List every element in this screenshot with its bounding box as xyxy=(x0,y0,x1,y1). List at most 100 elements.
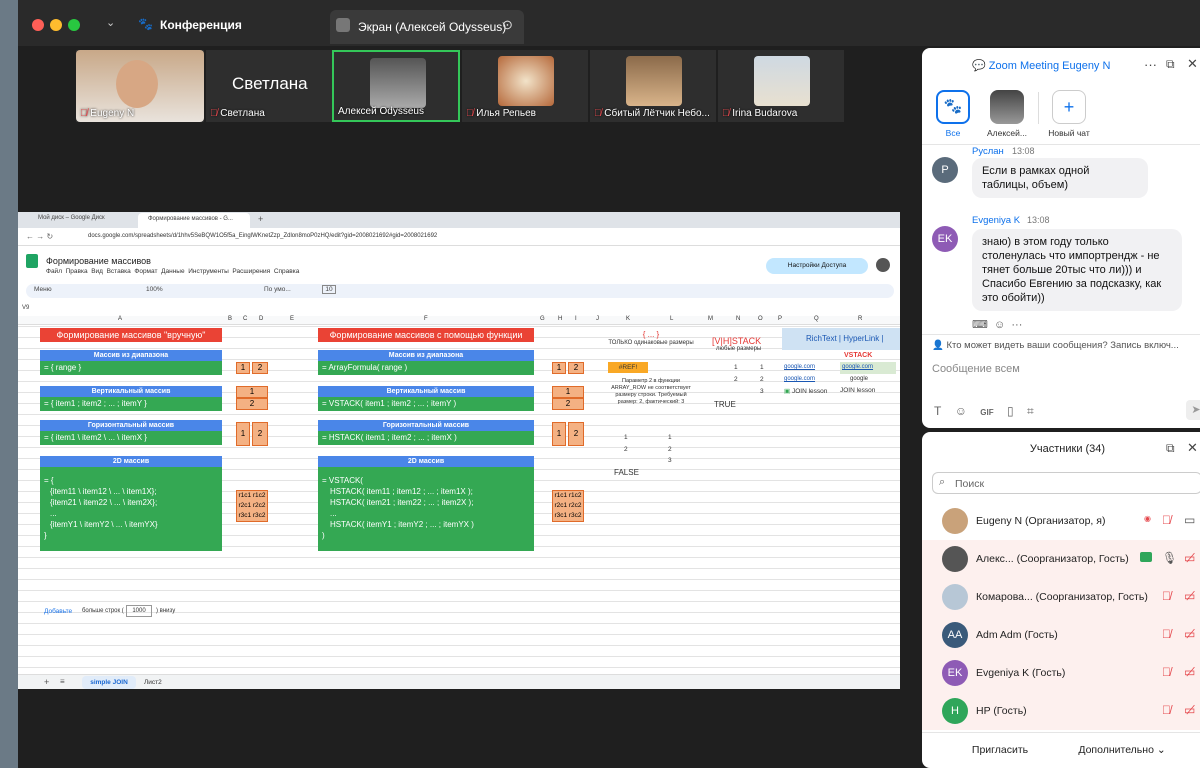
font-select[interactable]: По умо... xyxy=(264,286,291,293)
popout-icon[interactable]: ⧉ xyxy=(1166,57,1175,72)
add-rows-button[interactable]: Добавьте xyxy=(44,608,72,615)
share-tab-label: Экран (Алексей Odysseus) xyxy=(358,20,507,34)
chevron-down-icon[interactable]: ⌄ xyxy=(106,16,115,29)
gif-icon[interactable]: GIF xyxy=(980,408,993,417)
sheet-tab-simple-join[interactable]: simple JOIN xyxy=(82,676,136,689)
avatar: EK xyxy=(942,660,968,686)
message-author[interactable]: Руслан xyxy=(972,146,1004,157)
zoom-select[interactable]: 100% xyxy=(146,286,163,293)
mic-off-icon[interactable]: 🎙̸ xyxy=(1162,513,1171,527)
back-icon[interactable]: ← → ↻ xyxy=(26,232,53,241)
camera-off-icon[interactable]: ▭̸ xyxy=(1184,627,1195,641)
font-size-input[interactable]: 10 xyxy=(322,285,336,294)
emoji-icon[interactable]: ☺ xyxy=(994,319,1005,331)
video-tile-alexey[interactable]: Алексей Odysseus xyxy=(332,50,460,122)
sheet-tab-list2[interactable]: Лист2 xyxy=(144,679,162,686)
message-time: 13:08 xyxy=(1027,215,1050,225)
close-icon[interactable]: ✕ xyxy=(1187,56,1198,72)
reply-icon[interactable]: ⌨ xyxy=(972,319,988,331)
privacy-notice[interactable]: 👤 Кто может видеть ваши сообщения? Запис… xyxy=(932,340,1179,351)
video-tile-svetlana[interactable]: Светлана 🎙̸ Светлана xyxy=(206,50,332,122)
2d-result-right: r1c1 r1c2 r2c1 r2c2 r3c1 r3c2 xyxy=(552,490,584,522)
account-avatar[interactable] xyxy=(876,258,890,272)
popout-icon[interactable]: ⧉ xyxy=(1166,441,1175,456)
link-3[interactable]: google.com xyxy=(784,376,815,382)
file-icon[interactable]: ▯ xyxy=(1007,404,1014,418)
shared-screen[interactable]: Мой диск – Google Диск Формирование масс… xyxy=(18,212,900,689)
menu-help[interactable]: Справка xyxy=(274,268,300,275)
camera-icon[interactable]: ▭ xyxy=(1184,513,1195,527)
add-sheet-button[interactable]: + xyxy=(44,677,49,687)
more-icon[interactable]: ··· xyxy=(1011,319,1022,331)
share-button[interactable]: Настройки Доступа xyxy=(766,258,868,274)
vertical-header-right: Вертикальный массив xyxy=(318,386,534,397)
menu-search[interactable]: Меню xyxy=(34,286,52,293)
participant-search-input[interactable]: ⌕ Поиск xyxy=(932,472,1200,494)
mic-on-icon[interactable]: 🎙 xyxy=(1162,551,1177,565)
tab-screen-share[interactable]: Экран (Алексей Odysseus) ⊙ xyxy=(330,10,524,44)
more-icon[interactable]: ··· xyxy=(1144,57,1157,72)
link-1[interactable]: google.com xyxy=(784,364,815,370)
send-icon[interactable]: ➤ xyxy=(1186,400,1200,420)
menu-view[interactable]: Вид xyxy=(91,268,103,275)
chat-title[interactable]: 💬 Zoom Meeting Eugeny N xyxy=(972,59,1110,72)
invite-button[interactable]: Пригласить xyxy=(962,740,1038,760)
avatar xyxy=(498,56,554,106)
menu-extensions[interactable]: Расширения xyxy=(232,268,270,275)
close-icon[interactable]: ✕ xyxy=(1187,440,1198,456)
participant-row[interactable]: Eugeny N (Организатор, я) ◉ 🎙̸ ▭ xyxy=(922,502,1200,540)
menu-edit[interactable]: Правка xyxy=(66,268,88,275)
chat-input[interactable]: Сообщение всем xyxy=(932,363,1020,375)
link-2[interactable]: google.com xyxy=(840,362,896,374)
menu-insert[interactable]: Вставка xyxy=(107,268,131,275)
link-plain: google xyxy=(850,376,869,382)
doc-title[interactable]: Формирование массивов xyxy=(46,256,151,266)
camera-off-icon[interactable]: ▭̸ xyxy=(1184,551,1195,565)
url-field[interactable]: docs.google.com/spreadsheets/d/1hhv5SeBQ… xyxy=(88,233,437,239)
camera-off-icon[interactable]: ▭̸ xyxy=(1184,589,1195,603)
menu-data[interactable]: Данные xyxy=(161,268,184,275)
text-format-icon[interactable]: T xyxy=(934,404,941,418)
rows-count-input[interactable]: 1000 xyxy=(126,605,152,617)
new-tab-button[interactable]: + xyxy=(258,214,263,224)
emoji-icon[interactable]: ☺ xyxy=(955,404,967,418)
participant-row[interactable]: AA Adm Adm (Гость) 🎙̸ ▭̸ xyxy=(922,616,1200,654)
participant-row[interactable]: EK Evgeniya K (Гость) 🎙̸ ▭̸ xyxy=(922,654,1200,692)
divider xyxy=(1038,92,1039,124)
more-button[interactable]: Дополнительно ⌄ xyxy=(1074,740,1170,760)
mic-off-icon[interactable]: 🎙̸ xyxy=(1162,627,1171,641)
message-author[interactable]: Evgeniya K xyxy=(972,215,1020,226)
browser-tab-drive[interactable]: Мой диск – Google Диск xyxy=(38,215,105,221)
more-options-icon[interactable]: ⊙ xyxy=(502,17,513,33)
menu-tools[interactable]: Инструменты xyxy=(188,268,229,275)
camera-off-icon[interactable]: ▭̸ xyxy=(1184,703,1195,717)
right-header: Формирование массивов с помощью функции xyxy=(318,328,534,342)
mic-off-icon[interactable]: 🎙̸ xyxy=(1162,665,1171,679)
namebox[interactable]: V9 xyxy=(22,305,29,311)
new-chat-label: Новый чат xyxy=(1048,128,1090,138)
video-tile-ilya[interactable]: 🎙̸ Илья Репьев xyxy=(462,50,588,122)
filter-all-button[interactable]: 🐾 xyxy=(936,90,970,124)
screenshot-icon[interactable]: ⌗ xyxy=(1027,404,1034,418)
minimize-window-button[interactable] xyxy=(50,19,62,31)
browser-tab-active[interactable]: Формирование массивов - G... xyxy=(138,213,250,228)
participant-row[interactable]: Алекс... (Соорганизатор, Гость) 🎙 ▭̸ xyxy=(922,540,1200,578)
mic-off-icon[interactable]: 🎙̸ xyxy=(1162,703,1171,717)
new-chat-button[interactable]: + xyxy=(1052,90,1086,124)
video-tile-pilot[interactable]: 🎙̸ Сбитый Лётчик Небо... xyxy=(590,50,716,122)
menu-file[interactable]: Файл xyxy=(46,268,62,275)
filter-alexey-avatar[interactable] xyxy=(990,90,1024,124)
video-tile-eugeny[interactable]: 🎙̸ Eugeny N xyxy=(76,50,204,122)
participant-row[interactable]: Комарова... (Соорганизатор, Гость) 🎙̸ ▭̸ xyxy=(922,578,1200,616)
all-sheets-icon[interactable]: ≡ xyxy=(60,677,65,686)
false-cell: FALSE xyxy=(614,468,639,477)
participant-row[interactable]: H HP (Гость) 🎙̸ ▭̸ xyxy=(922,692,1200,730)
address-bar: ← → ↻ docs.google.com/spreadsheets/d/1hh… xyxy=(18,228,900,246)
menu-format[interactable]: Формат xyxy=(134,268,157,275)
zoom-window-button[interactable] xyxy=(68,19,80,31)
video-tile-irina[interactable]: 🎙̸ Irina Budarova xyxy=(718,50,844,122)
camera-off-icon[interactable]: ▭̸ xyxy=(1184,665,1195,679)
mic-off-icon[interactable]: 🎙̸ xyxy=(1162,589,1171,603)
close-window-button[interactable] xyxy=(32,19,44,31)
sharer-avatar-icon xyxy=(336,18,350,32)
